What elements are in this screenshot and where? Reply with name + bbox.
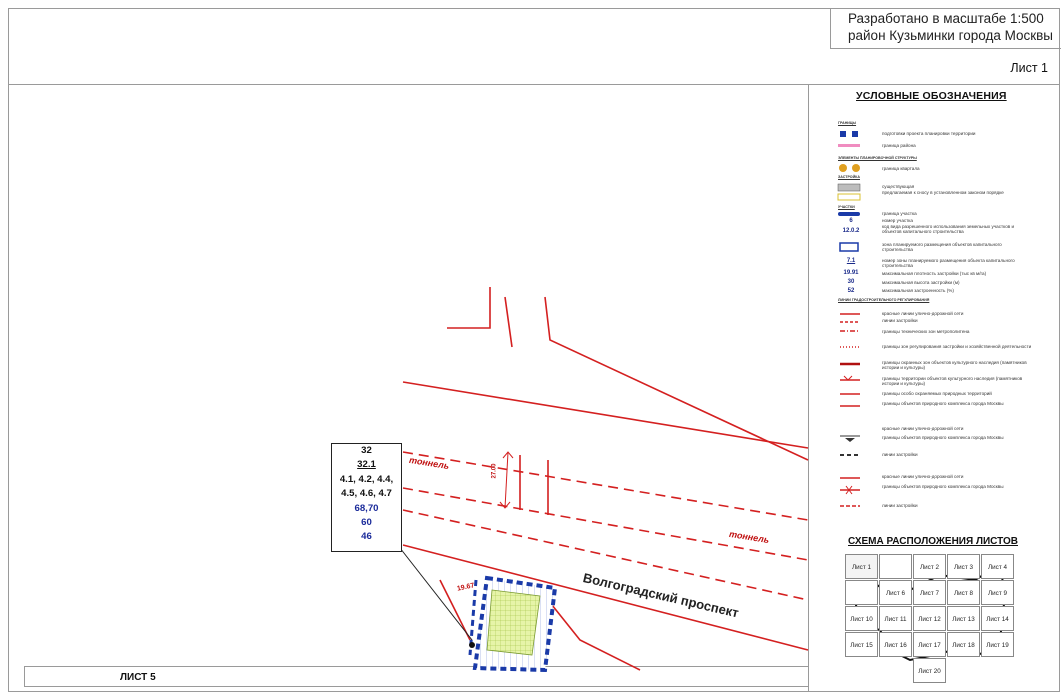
tunnel-cross (519, 455, 549, 515)
legend-item: максимальная застроенность (%) (882, 288, 954, 293)
legend-item: границы особо охраняемых природных терри… (882, 391, 992, 396)
legend-item: зона планируемого размещения объектов ка… (882, 242, 1002, 253)
key-cell[interactable]: Лист 15 (845, 632, 878, 657)
legend-item: код вида разрешенного использования земе… (882, 224, 1015, 235)
info-density: 68,70 (354, 502, 379, 514)
legend-item: максимальная плотность застройки (тыс кв… (882, 271, 987, 276)
legend-title: УСЛОВНЫЕ ОБОЗНАЧЕНИЯ (856, 90, 1007, 102)
key-cell[interactable]: Лист 2 (913, 554, 946, 579)
info-parcel-number: 32 (361, 445, 372, 456)
legend-coverage: 52 (847, 288, 855, 294)
tunnel-line-mid (402, 487, 809, 561)
legend-item: границы объектов природного комплекса го… (882, 484, 1004, 489)
key-cell[interactable]: Лист 7 (913, 580, 946, 605)
legend-item: граница района (882, 143, 916, 148)
legend-item: граница квартала (882, 166, 920, 171)
legend-group-planning: ЭЛЕМЕНТЫ ПЛАНИРОВОЧНОЙ СТРУКТУРЫ (838, 156, 917, 160)
legend-item: подготовки проекта планировки территории (882, 131, 976, 136)
key-cell[interactable]: Лист 10 (845, 606, 878, 631)
key-cell[interactable]: Лист 6 (879, 580, 912, 605)
key-plan-title: СХЕМА РАСПОЛОЖЕНИЯ ЛИСТОВ (848, 536, 1018, 547)
red-line-diag (504, 296, 513, 348)
legend-group-lines: ЛИНИИ ГРАДОСТРОИТЕЛЬНОГО РЕГУЛИРОВАНИЯ (838, 298, 930, 302)
key-cell[interactable] (879, 554, 912, 579)
info-use-codes-cont: 4.5, 4.6, 4.7 (341, 488, 392, 500)
legend-item: максимальная высота застройки (м) (882, 280, 960, 285)
key-cell[interactable] (845, 580, 878, 605)
parcel-32 (468, 575, 558, 673)
legend-item: предлагаемая к сносу в установленном зак… (882, 190, 1004, 195)
info-use-codes: 4.1, 4.2, 4.4, (339, 473, 394, 485)
red-line-street-north (402, 381, 809, 449)
legend-item: границы охранных зон объектов культурног… (882, 360, 1027, 371)
red-line-corner (447, 287, 491, 329)
key-cell[interactable]: Лист 4 (981, 554, 1014, 579)
legend-item: граница участка (882, 211, 917, 216)
info-zone-number: 32.1 (357, 459, 376, 471)
legend-item: красные линии улично-дорожной сети (882, 474, 964, 479)
key-cell[interactable]: Лист 3 (947, 554, 980, 579)
red-lines (402, 287, 809, 671)
legend-code: 12.0.2 (842, 228, 860, 234)
legend-symbols (837, 131, 861, 507)
red-line-street-south (402, 544, 809, 651)
callout-leader (399, 547, 473, 641)
dimension-marker (499, 451, 514, 509)
info-height: 60 (361, 517, 372, 529)
legend-item: границы объектов природного комплекса го… (882, 435, 1004, 440)
red-line-lower (547, 599, 641, 671)
legend-item: границы зон регулирования застройки и хо… (882, 344, 1032, 349)
legend-group-buildings: ЗАСТРОЙКА (838, 175, 860, 179)
legend-item: номер зоны планируемого размещения объек… (882, 258, 1015, 269)
key-cell[interactable]: Лист 8 (947, 580, 980, 605)
key-cell[interactable]: Лист 17 (913, 632, 946, 657)
info-coverage: 46 (361, 531, 372, 543)
legend-item: линии застройки (882, 318, 918, 323)
key-cell[interactable]: Лист 14 (981, 606, 1014, 631)
legend-item: красные линии улично-дорожной сети (882, 311, 964, 316)
legend-item: границы территории объектов культурного … (882, 376, 1023, 387)
legend-zone-number: 7.1 (846, 258, 856, 264)
key-cell[interactable]: Лист 16 (879, 632, 912, 657)
dimension-label: 27.00 (491, 463, 498, 479)
legend-height: 30 (847, 279, 855, 285)
legend-group-parcels: УЧАСТКИ (838, 205, 855, 209)
legend-parcel-number: 6 (849, 218, 853, 224)
key-cell[interactable]: Лист 11 (879, 606, 912, 631)
key-cell[interactable]: Лист 13 (947, 606, 980, 631)
legend-item: красные линии улично-дорожной сети (882, 426, 964, 431)
current-sheet-label: ЛИСТ 5 (120, 672, 156, 683)
tunnel-line-north (402, 451, 809, 521)
legend-item: границы технических зон метрополитена (882, 329, 970, 334)
key-cell[interactable]: Лист 19 (981, 632, 1014, 657)
key-cell[interactable]: Лист 20 (913, 658, 946, 683)
callout-dot (469, 642, 475, 648)
legend-item: границы объектов природного комплекса го… (882, 401, 1004, 406)
legend-group-boundaries: ГРАНИЦЫ (838, 121, 857, 125)
legend-item: линии застройки (882, 503, 918, 508)
key-cell[interactable]: Лист 12 (913, 606, 946, 631)
red-line-upper-street (544, 296, 809, 461)
parcel-info-box[interactable]: 32 32.1 4.1, 4.2, 4.4, 4.5, 4.6, 4.7 68,… (331, 443, 402, 552)
key-cell[interactable]: Лист 9 (981, 580, 1014, 605)
legend-item: линии застройки (882, 452, 918, 457)
key-cell[interactable]: Лист 1 (845, 554, 878, 579)
legend-density: 19.91 (843, 270, 859, 276)
key-cell[interactable]: Лист 18 (947, 632, 980, 657)
legend-item: существующая (882, 184, 915, 189)
legend-item: номер участка (882, 218, 913, 223)
